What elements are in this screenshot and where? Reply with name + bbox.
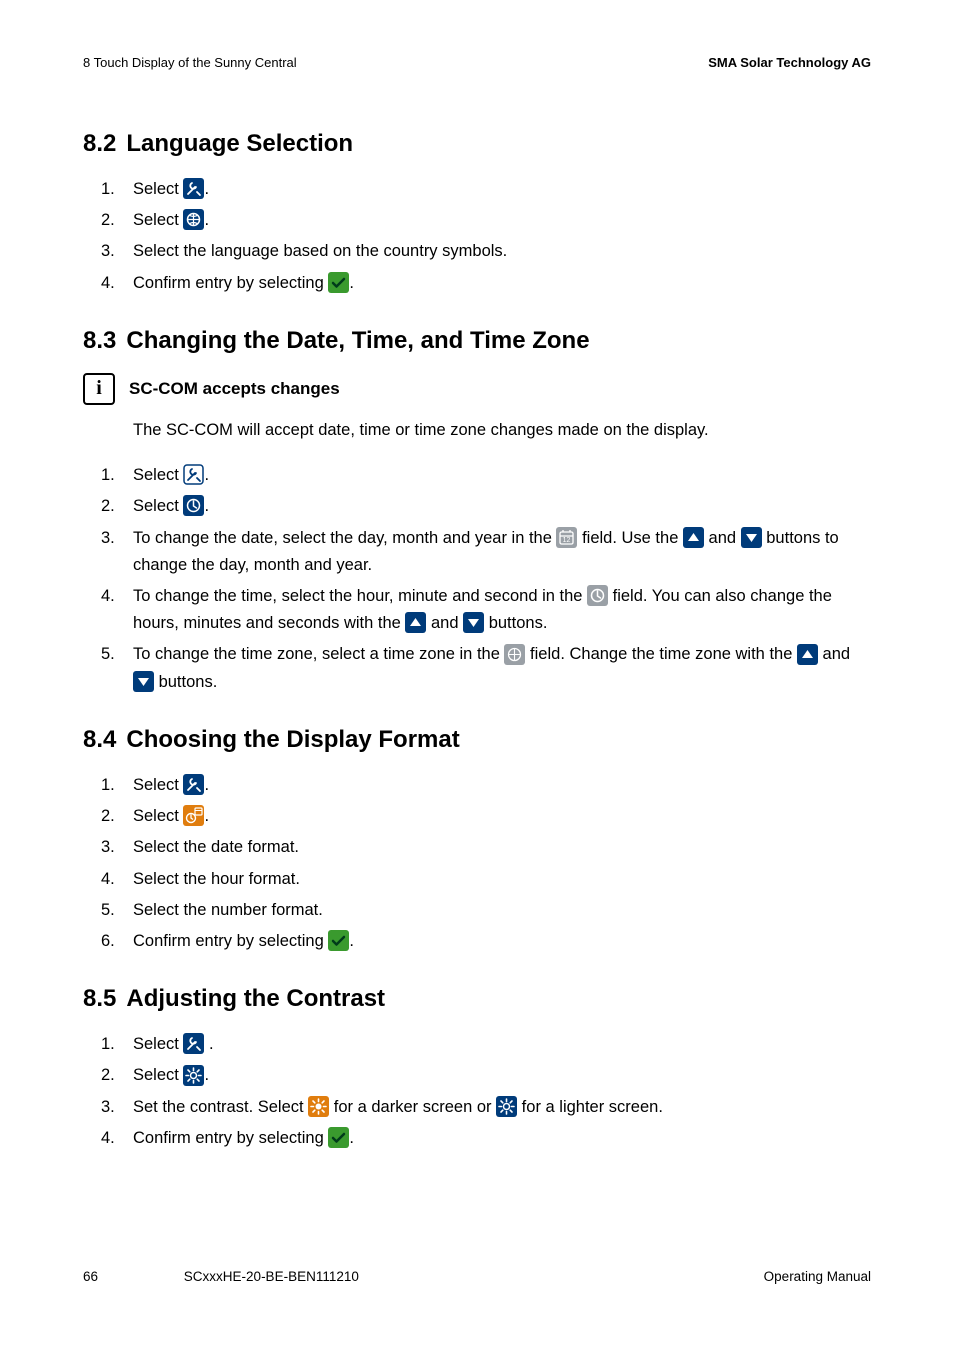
brightness-down-icon <box>496 1096 517 1117</box>
heading-8-3: 8.3Changing the Date, Time, and Time Zon… <box>83 327 871 355</box>
page-number: 66 <box>83 1269 98 1284</box>
arrow-down-icon <box>463 612 484 633</box>
heading-8-2: 8.2Language Selection <box>83 130 871 158</box>
arrow-down-icon <box>133 671 154 692</box>
timezone-field-icon <box>504 644 525 665</box>
doc-type: Operating Manual <box>764 1269 871 1284</box>
info-title: SC-COM accepts changes <box>129 379 340 399</box>
tools-icon <box>183 1033 204 1054</box>
info-body: The SC-COM will accept date, time or tim… <box>133 417 871 444</box>
step: 1. Select . <box>83 772 871 799</box>
step: 6. Confirm entry by selecting . <box>83 928 871 955</box>
steps-8-5: 1. Select . 2. Select . 3. Set the contr… <box>83 1031 871 1152</box>
step: 3.Select the date format. <box>83 834 871 861</box>
step: 3. To change the date, select the day, m… <box>83 525 871 579</box>
check-icon <box>328 272 349 293</box>
clock-icon <box>183 495 204 516</box>
tools-outline-icon <box>183 464 204 485</box>
contrast-dark-icon <box>183 1065 204 1086</box>
step: 2. Select . <box>83 493 871 520</box>
info-icon: i <box>83 373 115 405</box>
calendar-icon <box>556 527 577 548</box>
globe-icon <box>183 209 204 230</box>
heading-8-5: 8.5Adjusting the Contrast <box>83 985 871 1013</box>
doc-id: SCxxxHE-20-BE-BEN111210 <box>184 1269 359 1284</box>
step: 4. Confirm entry by selecting . <box>83 1125 871 1152</box>
step: 4. To change the time, select the hour, … <box>83 583 871 637</box>
step: 2. Select . <box>83 207 871 234</box>
arrow-up-icon <box>683 527 704 548</box>
arrow-up-icon <box>405 612 426 633</box>
step: 2. Select . <box>83 803 871 830</box>
tools-icon <box>183 774 204 795</box>
page-header: 8 Touch Display of the Sunny Central SMA… <box>83 55 871 70</box>
header-right: SMA Solar Technology AG <box>708 55 871 70</box>
check-icon <box>328 930 349 951</box>
page-footer: 66 SCxxxHE-20-BE-BEN111210 Operating Man… <box>83 1269 871 1284</box>
step: 3. Select the language based on the coun… <box>83 238 871 265</box>
step: 4.Select the hour format. <box>83 866 871 893</box>
steps-8-3: 1. Select . 2. Select . 3. To change the… <box>83 462 871 696</box>
info-box-header: i SC-COM accepts changes <box>83 373 871 405</box>
step: 1. Select . <box>83 176 871 203</box>
step: 5. To change the time zone, select a tim… <box>83 641 871 695</box>
step: 5.Select the number format. <box>83 897 871 924</box>
clock-field-icon <box>587 585 608 606</box>
steps-8-4: 1. Select . 2. Select . 3.Select the dat… <box>83 772 871 955</box>
step: 1. Select . <box>83 1031 871 1058</box>
step: 1. Select . <box>83 462 871 489</box>
arrow-up-icon <box>797 644 818 665</box>
brightness-up-icon <box>308 1096 329 1117</box>
heading-8-4: 8.4Choosing the Display Format <box>83 726 871 754</box>
steps-8-2: 1. Select . 2. Select . 3. Select the la… <box>83 176 871 297</box>
header-left: 8 Touch Display of the Sunny Central <box>83 55 297 70</box>
step: 2. Select . <box>83 1062 871 1089</box>
step: 4. Confirm entry by selecting . <box>83 270 871 297</box>
format-icon <box>183 805 204 826</box>
step: 3. Set the contrast. Select for a darker… <box>83 1094 871 1121</box>
arrow-down-icon <box>741 527 762 548</box>
check-icon <box>328 1127 349 1148</box>
tools-icon <box>183 178 204 199</box>
